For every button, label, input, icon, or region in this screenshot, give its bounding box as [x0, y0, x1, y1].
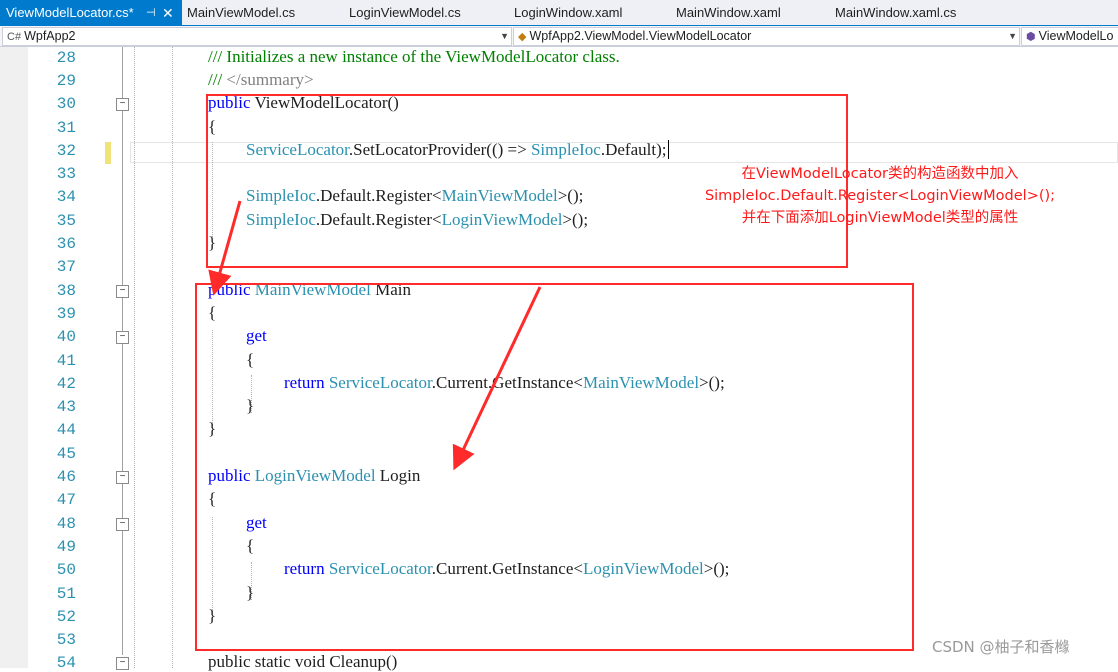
- pin-icon[interactable]: ⊣: [146, 0, 156, 26]
- member-label: ViewModelLo: [1038, 29, 1114, 43]
- navigation-bar: C# WpfApp2 ▼ ◆ WpfApp2.ViewModel.ViewModel…: [0, 26, 1118, 47]
- tab-mainviewmodel-cs[interactable]: MainViewModel.cs: [187, 0, 295, 25]
- annotation-line: SimpleIoc.Default.Register<LoginViewMode…: [704, 188, 1056, 204]
- tab-mainwindow-xaml[interactable]: MainWindow.xaml: [676, 0, 781, 25]
- tab-label: LoginViewModel.cs: [349, 5, 461, 20]
- close-icon[interactable]: ✕: [162, 0, 174, 26]
- annotation-line: 在ViewModelLocator类的构造函数中加入: [741, 166, 1019, 182]
- type-label: WpfApp2.ViewModel.ViewModelLocator: [529, 29, 752, 43]
- tab-label: LoginWindow.xaml: [514, 5, 623, 20]
- type-dropdown[interactable]: ◆ WpfApp2.ViewModel.ViewModelLocator ▼: [513, 27, 1020, 46]
- member-dropdown[interactable]: ⬢ ViewModelLo: [1021, 27, 1118, 46]
- tab-mainwindow-xaml-cs[interactable]: MainWindow.xaml.cs: [835, 0, 956, 25]
- class-icon: ◆: [518, 31, 527, 43]
- tab-label: MainWindow.xaml: [676, 5, 781, 20]
- tab-label: ViewModelLocator.cs*: [6, 5, 134, 20]
- code-editor[interactable]: 28 29 30 31 32 33 34 35 36 37 38 39 40 4…: [0, 47, 1118, 672]
- tab-loginviewmodel-cs[interactable]: LoginViewModel.cs: [349, 0, 461, 25]
- tab-label: MainWindow.xaml.cs: [835, 5, 957, 20]
- chevron-down-icon: ▼: [1008, 31, 1017, 41]
- tab-label: MainViewModel.cs: [187, 5, 296, 20]
- annotation-line: 并在下面添加LoginViewModel类型的属性: [741, 210, 1019, 226]
- project-dropdown[interactable]: C# WpfApp2 ▼: [2, 27, 512, 46]
- project-label: WpfApp2: [24, 29, 76, 43]
- chevron-down-icon: ▼: [500, 31, 509, 41]
- arrow-to-login-property: [452, 286, 542, 471]
- tab-viewmodellocator-cs[interactable]: ViewModelLocator.cs* ⊣ ✕: [0, 0, 182, 25]
- arrow-to-main-property: [208, 200, 242, 296]
- annotation-arrows: [208, 200, 542, 471]
- document-tab-bar: ViewModelLocator.cs* ⊣ ✕ MainViewModel.c…: [0, 0, 1118, 27]
- annotation-note: 在ViewModelLocator类的构造函数中加入 SimpleIoc.Def…: [690, 163, 1070, 229]
- watermark: CSDN @柚子和香橼: [932, 638, 1070, 656]
- tab-loginwindow-xaml[interactable]: LoginWindow.xaml: [514, 0, 622, 25]
- csharp-project-icon: C#: [7, 31, 22, 43]
- method-icon: ⬢: [1026, 31, 1036, 43]
